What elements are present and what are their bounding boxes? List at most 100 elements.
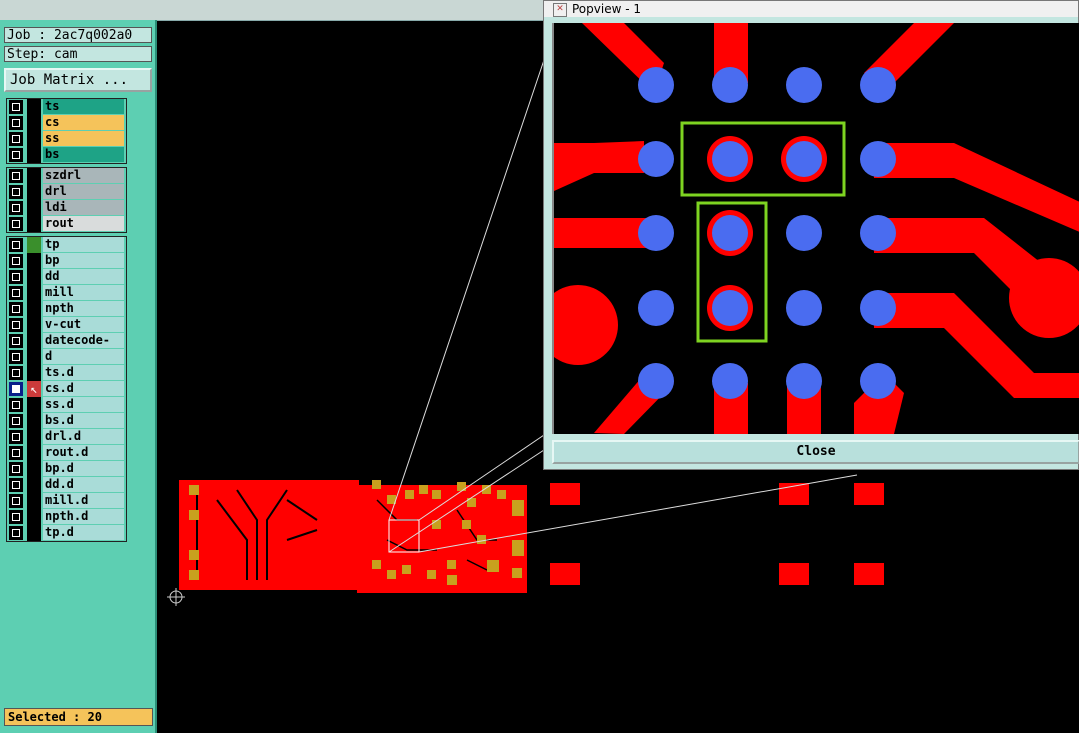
- layer-row[interactable]: drl: [7, 184, 126, 200]
- layer-row[interactable]: ss.d: [7, 397, 126, 413]
- layer-row[interactable]: szdrl: [7, 168, 126, 184]
- layer-name[interactable]: rout.d: [43, 445, 124, 460]
- layer-affected-marker[interactable]: [27, 237, 41, 253]
- layer-checkbox[interactable]: [9, 201, 23, 215]
- layer-affected-marker[interactable]: [27, 509, 41, 525]
- layer-name[interactable]: tp.d: [43, 525, 124, 540]
- layer-affected-marker[interactable]: [27, 333, 41, 349]
- layer-row[interactable]: d: [7, 349, 126, 365]
- work-layer-arrow-icon[interactable]: ↖: [27, 381, 41, 397]
- layer-row[interactable]: v-cut: [7, 317, 126, 333]
- layer-checkbox[interactable]: [9, 254, 23, 268]
- layer-affected-marker[interactable]: [27, 253, 41, 269]
- layer-checkbox[interactable]: [9, 185, 23, 199]
- layer-checkbox[interactable]: [9, 148, 23, 162]
- layer-affected-marker[interactable]: [27, 301, 41, 317]
- layer-checkbox[interactable]: [9, 398, 23, 412]
- layer-affected-marker[interactable]: [27, 131, 41, 147]
- layer-name[interactable]: ldi: [43, 200, 124, 215]
- layer-affected-marker[interactable]: [27, 445, 41, 461]
- layer-affected-marker[interactable]: [27, 184, 41, 200]
- layer-name[interactable]: drl: [43, 184, 124, 199]
- layer-name[interactable]: v-cut: [43, 317, 124, 332]
- layer-checkbox[interactable]: [9, 302, 23, 316]
- layer-affected-marker[interactable]: [27, 285, 41, 301]
- layer-checkbox[interactable]: [9, 318, 23, 332]
- layer-checkbox[interactable]: [9, 526, 23, 540]
- layer-checkbox[interactable]: [9, 238, 23, 252]
- layer-affected-marker[interactable]: [27, 317, 41, 333]
- layer-checkbox[interactable]: [9, 132, 23, 146]
- layer-affected-marker[interactable]: [27, 525, 41, 541]
- layer-affected-marker[interactable]: [27, 365, 41, 381]
- layer-name[interactable]: dd.d: [43, 477, 124, 492]
- layer-row[interactable]: cs: [7, 115, 126, 131]
- layer-name[interactable]: cs.d: [43, 381, 124, 396]
- layer-affected-marker[interactable]: [27, 216, 41, 232]
- layer-name[interactable]: bs.d: [43, 413, 124, 428]
- popview-close-button[interactable]: Close: [552, 440, 1079, 464]
- layer-affected-marker[interactable]: [27, 413, 41, 429]
- layer-checkbox[interactable]: [9, 478, 23, 492]
- layer-checkbox[interactable]: [9, 116, 23, 130]
- layer-name[interactable]: cs: [43, 115, 124, 130]
- layer-row[interactable]: bs.d: [7, 413, 126, 429]
- layer-row[interactable]: ↖ cs.d: [7, 381, 126, 397]
- layer-checkbox[interactable]: [9, 462, 23, 476]
- layer-row[interactable]: tp.d: [7, 525, 126, 541]
- layer-name[interactable]: dd: [43, 269, 124, 284]
- layer-name[interactable]: tp: [43, 237, 124, 252]
- layer-checkbox[interactable]: [9, 286, 23, 300]
- layer-row[interactable]: dd.d: [7, 477, 126, 493]
- layer-row[interactable]: drl.d: [7, 429, 126, 445]
- layer-name[interactable]: ss: [43, 131, 124, 146]
- layer-row[interactable]: rout.d: [7, 445, 126, 461]
- layer-row[interactable]: npth: [7, 301, 126, 317]
- layer-affected-marker[interactable]: [27, 115, 41, 131]
- layer-affected-marker[interactable]: [27, 168, 41, 184]
- layer-checkbox[interactable]: [9, 510, 23, 524]
- layer-row[interactable]: datecode-ts: [7, 333, 126, 362]
- layer-name[interactable]: mill.d: [43, 493, 124, 508]
- layer-checkbox[interactable]: [9, 217, 23, 231]
- layer-row[interactable]: npth.d: [7, 509, 126, 525]
- layer-affected-marker[interactable]: [27, 397, 41, 413]
- layer-checkbox[interactable]: [9, 414, 23, 428]
- layer-checkbox[interactable]: [9, 366, 23, 380]
- layer-name[interactable]: datecode-ts: [43, 333, 124, 362]
- layer-name[interactable]: drl.d: [43, 429, 124, 444]
- layer-row[interactable]: rout: [7, 216, 126, 232]
- layer-affected-marker[interactable]: [27, 461, 41, 477]
- layer-row[interactable]: tp: [7, 237, 126, 253]
- layer-name[interactable]: mill: [43, 285, 124, 300]
- layer-affected-marker[interactable]: [27, 429, 41, 445]
- layer-row[interactable]: dd: [7, 269, 126, 285]
- layer-checkbox[interactable]: [9, 169, 23, 183]
- layer-affected-marker[interactable]: [27, 147, 41, 163]
- layer-name[interactable]: d: [43, 349, 124, 364]
- popview-zoom-view[interactable]: [552, 23, 1079, 434]
- layer-affected-marker[interactable]: [27, 269, 41, 285]
- layer-affected-marker[interactable]: [27, 493, 41, 509]
- layer-name[interactable]: ss.d: [43, 397, 124, 412]
- layer-name[interactable]: szdrl: [43, 168, 124, 183]
- layer-affected-marker[interactable]: [27, 477, 41, 493]
- layer-name[interactable]: npth: [43, 301, 124, 316]
- layer-row[interactable]: bp: [7, 253, 126, 269]
- layer-row[interactable]: mill.d: [7, 493, 126, 509]
- layer-affected-marker[interactable]: [27, 349, 41, 365]
- layer-name[interactable]: bs: [43, 147, 124, 162]
- layer-name[interactable]: ts: [43, 99, 124, 114]
- layer-row[interactable]: bp.d: [7, 461, 126, 477]
- layer-checkbox[interactable]: [9, 100, 23, 114]
- layer-row[interactable]: ss: [7, 131, 126, 147]
- job-matrix-button[interactable]: Job Matrix ...: [4, 68, 152, 92]
- layer-name[interactable]: rout: [43, 216, 124, 231]
- layer-checkbox[interactable]: [9, 430, 23, 444]
- layer-checkbox[interactable]: [9, 446, 23, 460]
- layer-row[interactable]: bs: [7, 147, 126, 163]
- layer-row[interactable]: ts: [7, 99, 126, 115]
- layer-affected-marker[interactable]: [27, 200, 41, 216]
- layer-checkbox[interactable]: [9, 270, 23, 284]
- layer-row[interactable]: mill: [7, 285, 126, 301]
